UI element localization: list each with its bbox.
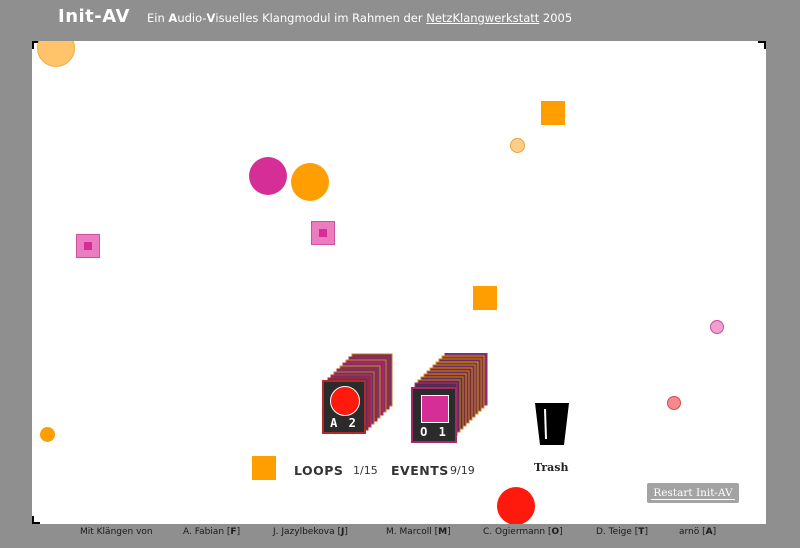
event-stack-face: O 1 <box>411 387 457 443</box>
sound-square-orange[interactable] <box>252 456 276 480</box>
red-circle-icon <box>330 386 360 416</box>
credit-artist[interactable]: J. Jazylbekova [J] <box>273 527 348 537</box>
netzklangwerkstatt-link[interactable]: NetzKlangwerkstatt <box>426 11 539 25</box>
sound-square-pink[interactable] <box>76 234 100 258</box>
loops-label: LOOPS <box>294 463 344 478</box>
sound-circle-orange[interactable] <box>40 427 55 442</box>
sound-circle-orange[interactable] <box>291 163 329 201</box>
credit-artist[interactable]: D. Teige [T] <box>596 527 648 537</box>
sound-stage[interactable]: A 2 O 1 Trash LOOPS 1/15 EVENTS 9/19 Res… <box>32 41 766 524</box>
subtitle: Ein Audio-Visuelles Klangmodul im Rahmen… <box>147 11 573 25</box>
loops-count: 1/15 <box>353 464 378 477</box>
trash-label: Trash <box>534 461 569 474</box>
loop-stack-face: A 2 <box>322 380 366 434</box>
sound-circle-red[interactable] <box>497 487 535 524</box>
events-count: 9/19 <box>450 464 475 477</box>
header: Init-AV Ein Audio-Visuelles Klangmodul i… <box>0 0 800 40</box>
inner-square <box>319 229 327 237</box>
credit-artist[interactable]: C. Ogiermann [O] <box>483 527 563 537</box>
loop-stack[interactable]: A 2 <box>322 353 394 435</box>
sound-circle-light-orange[interactable] <box>510 138 525 153</box>
sound-circle-light-red[interactable] <box>667 396 681 410</box>
loop-stack-label: A 2 <box>330 416 358 430</box>
credit-artist[interactable]: arnö [A] <box>679 527 716 537</box>
trash-bin[interactable] <box>532 401 572 451</box>
event-stack[interactable]: O 1 <box>411 353 491 443</box>
event-stack-label: O 1 <box>420 425 448 439</box>
sound-square-orange[interactable] <box>473 286 497 310</box>
sound-square-orange[interactable] <box>541 101 565 125</box>
credits-bar: Mit Klängen von A. Fabian [F] J. Jazylbe… <box>0 525 800 545</box>
inner-square <box>84 242 92 250</box>
sound-square-pink[interactable] <box>311 221 335 245</box>
magenta-square-icon <box>421 395 449 423</box>
credit-artist[interactable]: A. Fabian [F] <box>183 527 240 537</box>
sound-circle-light-orange[interactable] <box>37 41 75 67</box>
trash-bin-icon <box>535 403 569 445</box>
credits-intro: Mit Klängen von <box>80 527 153 537</box>
sound-circle-pink[interactable] <box>710 320 724 334</box>
credit-artist[interactable]: M. Marcoll [M] <box>386 527 451 537</box>
sound-circle-magenta[interactable] <box>249 157 287 195</box>
events-label: EVENTS <box>391 463 449 478</box>
restart-button[interactable]: Restart Init-AV <box>647 483 739 503</box>
corner-mark <box>758 41 766 49</box>
app-title: Init-AV <box>58 6 130 27</box>
corner-mark <box>32 516 40 524</box>
